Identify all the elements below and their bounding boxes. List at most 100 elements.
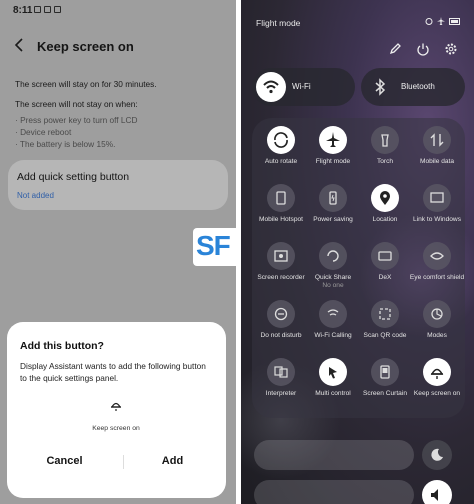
lamp-icon bbox=[423, 358, 451, 386]
tile-label: Scan QR code bbox=[363, 332, 407, 339]
tile-label: Screen recorder bbox=[257, 274, 305, 281]
edit-pencil-icon[interactable] bbox=[388, 42, 402, 56]
tile-label: Eye comfort shield bbox=[409, 274, 465, 281]
screen-curtain-icon bbox=[371, 358, 399, 386]
link-windows-icon bbox=[423, 184, 451, 212]
lamp-icon bbox=[108, 398, 124, 414]
tile-label: Keep screen on bbox=[413, 390, 461, 397]
tile-dex[interactable]: DeX bbox=[360, 238, 410, 296]
data-arrows-icon bbox=[423, 126, 451, 154]
tile-modes[interactable]: Modes bbox=[412, 296, 462, 354]
quick-panel: Flight mode Wi-Fi Bluetooth Auto rotate … bbox=[241, 0, 474, 504]
tile-label: Mobile Hotspot bbox=[259, 216, 303, 223]
tile-label: Multi control bbox=[315, 390, 351, 397]
tile-torch[interactable]: Torch bbox=[360, 122, 410, 180]
tile-label: Mobile data bbox=[419, 158, 455, 165]
tile-power-saving[interactable]: Power saving bbox=[308, 180, 358, 238]
settings-gear-icon[interactable] bbox=[444, 42, 458, 56]
add-button[interactable]: Add bbox=[145, 455, 200, 467]
modes-icon bbox=[423, 300, 451, 328]
tile-mobile-data[interactable]: Mobile data bbox=[412, 122, 462, 180]
bluetooth-icon bbox=[365, 72, 395, 102]
volume-icon[interactable] bbox=[422, 480, 452, 504]
add-quick-setting-card[interactable]: Add quick setting button Not added bbox=[8, 160, 228, 210]
quick-tiles-grid: Auto rotate Flight mode Torch Mobile dat… bbox=[252, 118, 465, 418]
panel-actions bbox=[388, 42, 458, 56]
mode-label: Flight mode bbox=[256, 18, 301, 28]
tile-label: Modes bbox=[427, 332, 447, 339]
tile-preview-label: Keep screen on bbox=[92, 425, 140, 432]
add-button-dialog: Add this button? Display Assistant wants… bbox=[7, 322, 226, 498]
bluetooth-label: Bluetooth bbox=[401, 82, 435, 91]
condition-item: · Device reboot bbox=[15, 127, 72, 137]
tile-interpreter[interactable]: Interpreter bbox=[256, 354, 306, 412]
watermark-text: SF bbox=[196, 230, 231, 261]
tile-do-not-disturb[interactable]: Do not disturb bbox=[256, 296, 306, 354]
tile-scan-qr[interactable]: Scan QR code bbox=[360, 296, 410, 354]
dialog-message: Display Assistant wants to add the follo… bbox=[20, 361, 206, 383]
wifi-toggle[interactable]: Wi-Fi bbox=[252, 68, 355, 106]
tile-label: DeX bbox=[378, 274, 392, 281]
dialog-title: Add this button? bbox=[20, 340, 104, 352]
card-status: Not added bbox=[17, 191, 54, 200]
back-arrow-icon[interactable] bbox=[14, 38, 28, 54]
tile-screen-recorder[interactable]: Screen recorder bbox=[256, 238, 306, 296]
condition-item: · The battery is below 15%. bbox=[15, 139, 116, 149]
bluetooth-toggle[interactable]: Bluetooth bbox=[361, 68, 465, 106]
screen-record-icon bbox=[267, 242, 295, 270]
wifi-label: Wi-Fi bbox=[292, 82, 311, 91]
tile-label-main: Quick Share bbox=[314, 274, 352, 281]
battery-saver-icon bbox=[319, 184, 347, 212]
tile-label: Power saving bbox=[313, 216, 353, 223]
tile-mobile-hotspot[interactable]: Mobile Hotspot bbox=[256, 180, 306, 238]
tile-label: Torch bbox=[376, 158, 394, 165]
eye-comfort-icon bbox=[423, 242, 451, 270]
torch-icon bbox=[371, 126, 399, 154]
volume-slider[interactable] bbox=[254, 480, 414, 504]
power-icon[interactable] bbox=[416, 42, 430, 56]
tile-label: Link to Windows bbox=[412, 216, 461, 223]
tile-link-to-windows[interactable]: Link to Windows bbox=[412, 180, 462, 238]
cancel-button[interactable]: Cancel bbox=[37, 455, 92, 467]
tile-eye-comfort[interactable]: Eye comfort shield bbox=[410, 238, 464, 296]
app-header: Keep screen on bbox=[0, 32, 236, 62]
tile-label: Interpreter bbox=[265, 390, 297, 397]
tile-flight-mode[interactable]: Flight mode bbox=[308, 122, 358, 180]
tile-multi-control[interactable]: Multi control bbox=[308, 354, 358, 412]
dark-mode-icon[interactable] bbox=[422, 440, 452, 470]
conditions-heading: The screen will not stay on when: bbox=[15, 99, 138, 109]
condition-item: · Press power key to turn off LCD bbox=[15, 115, 138, 125]
airplane-icon bbox=[437, 17, 445, 25]
tile-label: Location bbox=[372, 216, 398, 223]
tile-sublabel: No one bbox=[322, 282, 344, 289]
wifi-icon bbox=[256, 72, 286, 102]
multi-control-icon bbox=[319, 358, 347, 386]
alarm-icon bbox=[425, 18, 433, 25]
tile-wifi-calling[interactable]: Wi-Fi Calling bbox=[308, 296, 358, 354]
battery-icon bbox=[449, 17, 460, 25]
tile-screen-curtain[interactable]: Screen Curtain bbox=[360, 354, 410, 412]
qr-code-icon bbox=[371, 300, 399, 328]
quick-share-icon bbox=[319, 242, 347, 270]
tile-label: Quick Share No one bbox=[304, 274, 362, 290]
tile-location[interactable]: Location bbox=[360, 180, 410, 238]
tile-label: Wi-Fi Calling bbox=[314, 332, 352, 339]
tile-label: Auto rotate bbox=[264, 158, 298, 165]
button-divider bbox=[123, 455, 124, 469]
notification-icon bbox=[34, 6, 41, 13]
duration-text: The screen will stay on for 30 minutes. bbox=[15, 79, 157, 89]
tile-keep-screen-on[interactable]: Keep screen on bbox=[412, 354, 462, 412]
dnd-icon bbox=[267, 300, 295, 328]
tile-quick-share[interactable]: Quick Share No one bbox=[308, 238, 358, 296]
tile-auto-rotate[interactable]: Auto rotate bbox=[256, 122, 306, 180]
notification-icons bbox=[34, 6, 61, 13]
hotspot-icon bbox=[267, 184, 295, 212]
interpreter-icon bbox=[267, 358, 295, 386]
airplane-icon bbox=[319, 126, 347, 154]
notification-icon bbox=[54, 6, 61, 13]
brightness-slider[interactable] bbox=[254, 440, 414, 470]
status-icons bbox=[425, 17, 461, 25]
card-title: Add quick setting button bbox=[17, 171, 130, 183]
tile-label: Flight mode bbox=[315, 158, 351, 165]
rotate-icon bbox=[267, 126, 295, 154]
